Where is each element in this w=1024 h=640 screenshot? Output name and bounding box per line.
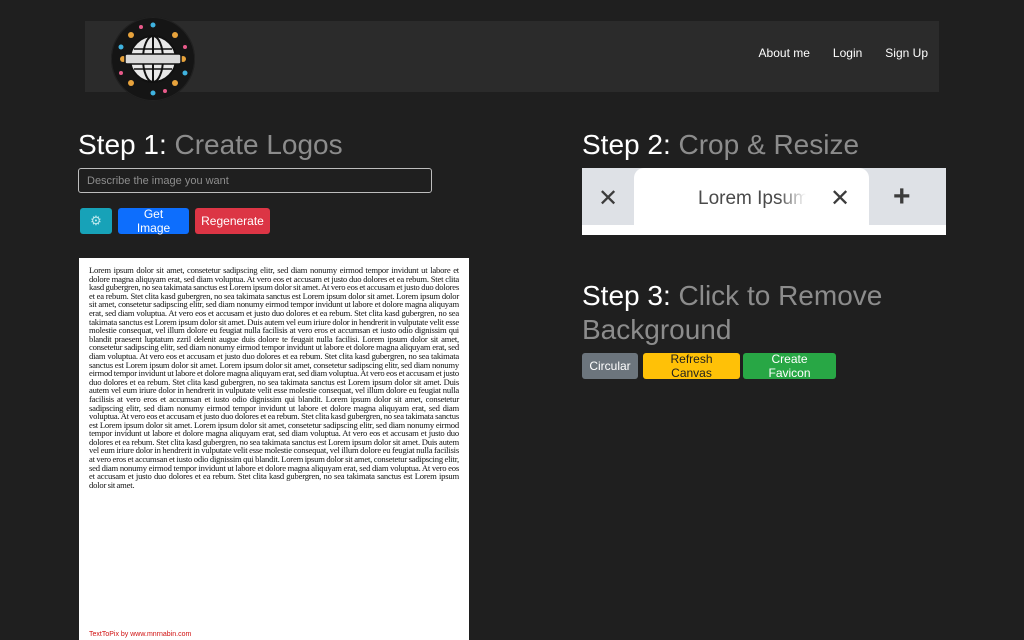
- navbar: About me Login Sign Up: [85, 17, 939, 101]
- browser-tab-preview[interactable]: ✕ Lorem Ipsum ✕ +: [582, 168, 946, 235]
- circular-button[interactable]: Circular: [582, 353, 638, 379]
- tab-close-icon: ✕: [830, 185, 851, 212]
- gear-icon: ⚙: [90, 213, 102, 228]
- step1-title: Create Logos: [174, 129, 343, 160]
- generated-image-canvas[interactable]: Lorem ipsum dolor sit amet, consetetur s…: [79, 258, 469, 640]
- preview-tab: Lorem Ipsum ✕: [634, 168, 869, 230]
- nav-login-link[interactable]: Login: [833, 46, 862, 60]
- tab-title: Lorem Ipsum: [698, 188, 806, 209]
- globe-logo-icon: [112, 18, 194, 100]
- step2-prefix: Step 2:: [582, 129, 671, 160]
- nav-signup-link[interactable]: Sign Up: [885, 46, 928, 60]
- create-favicon-button[interactable]: Create Favicon: [743, 352, 836, 380]
- step1-prefix: Step 1:: [78, 129, 167, 160]
- step1-heading: Step 1: Create Logos: [78, 128, 343, 162]
- new-tab-icon: +: [893, 180, 911, 213]
- close-icon: ✕: [598, 185, 619, 212]
- get-image-button[interactable]: Get Image: [118, 207, 189, 235]
- nav-links: About me Login Sign Up: [759, 46, 928, 60]
- site-logo[interactable]: [111, 17, 195, 101]
- image-description-input[interactable]: [78, 168, 432, 193]
- step2-heading: Step 2: Crop & Resize: [582, 128, 859, 162]
- nav-about-me-link[interactable]: About me: [759, 46, 810, 60]
- settings-button[interactable]: ⚙: [80, 208, 112, 234]
- step2-title: Crop & Resize: [678, 129, 860, 160]
- step3-prefix: Step 3:: [582, 280, 671, 311]
- step3-heading: Step 3: Click to Remove Background: [582, 279, 922, 347]
- canvas-watermark: TextToPix by www.mnrnabin.com: [89, 631, 192, 638]
- refresh-canvas-button[interactable]: Refresh Canvas: [643, 352, 740, 380]
- generated-image-text: Lorem ipsum dolor sit amet, consetetur s…: [89, 265, 459, 490]
- regenerate-button[interactable]: Regenerate: [195, 208, 270, 234]
